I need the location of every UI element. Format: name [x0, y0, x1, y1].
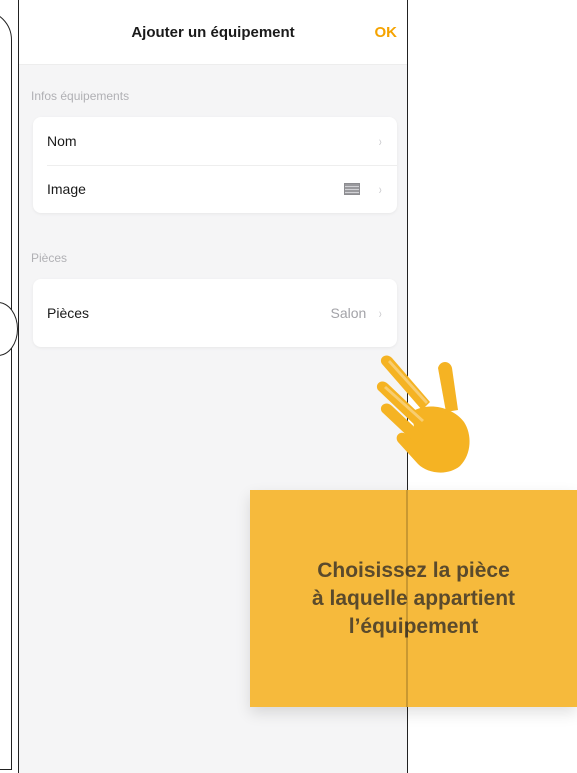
section-label-infos: Infos équipements — [31, 89, 130, 103]
name-row[interactable]: Nom › — [33, 117, 397, 165]
image-row[interactable]: Image › — [33, 165, 397, 213]
page-title: Ajouter un équipement — [131, 23, 295, 41]
image-label: Image — [47, 181, 86, 197]
room-value: Salon — [330, 305, 367, 321]
pieces-card: Pièces Salon › — [33, 279, 397, 347]
chevron-right-icon: › — [379, 181, 383, 197]
tutorial-callout: Choisissez la pièce à laquelle appartien… — [250, 490, 577, 707]
chevron-right-icon: › — [379, 305, 383, 321]
pointing-hand-icon — [376, 355, 470, 473]
room-row[interactable]: Pièces Salon › — [33, 279, 397, 347]
section-label-pieces: Pièces — [31, 251, 68, 265]
tutorial-stage: Ajouter un équipement OK Infos équipemen… — [0, 0, 577, 773]
nav-bar: Ajouter un équipement OK — [19, 0, 407, 65]
adjacent-phone-outline — [0, 10, 12, 770]
ok-button[interactable]: OK — [375, 24, 398, 41]
name-label: Nom — [47, 133, 77, 149]
callout-text: Choisissez la pièce à laquelle appartien… — [311, 558, 516, 638]
room-label: Pièces — [47, 305, 90, 321]
adjacent-phone-button — [0, 302, 18, 356]
phone-edge-overlay — [406, 490, 408, 707]
chevron-right-icon: › — [379, 133, 383, 149]
image-thumbnail-icon — [344, 183, 361, 195]
infos-card: Nom › Image › — [33, 117, 397, 213]
